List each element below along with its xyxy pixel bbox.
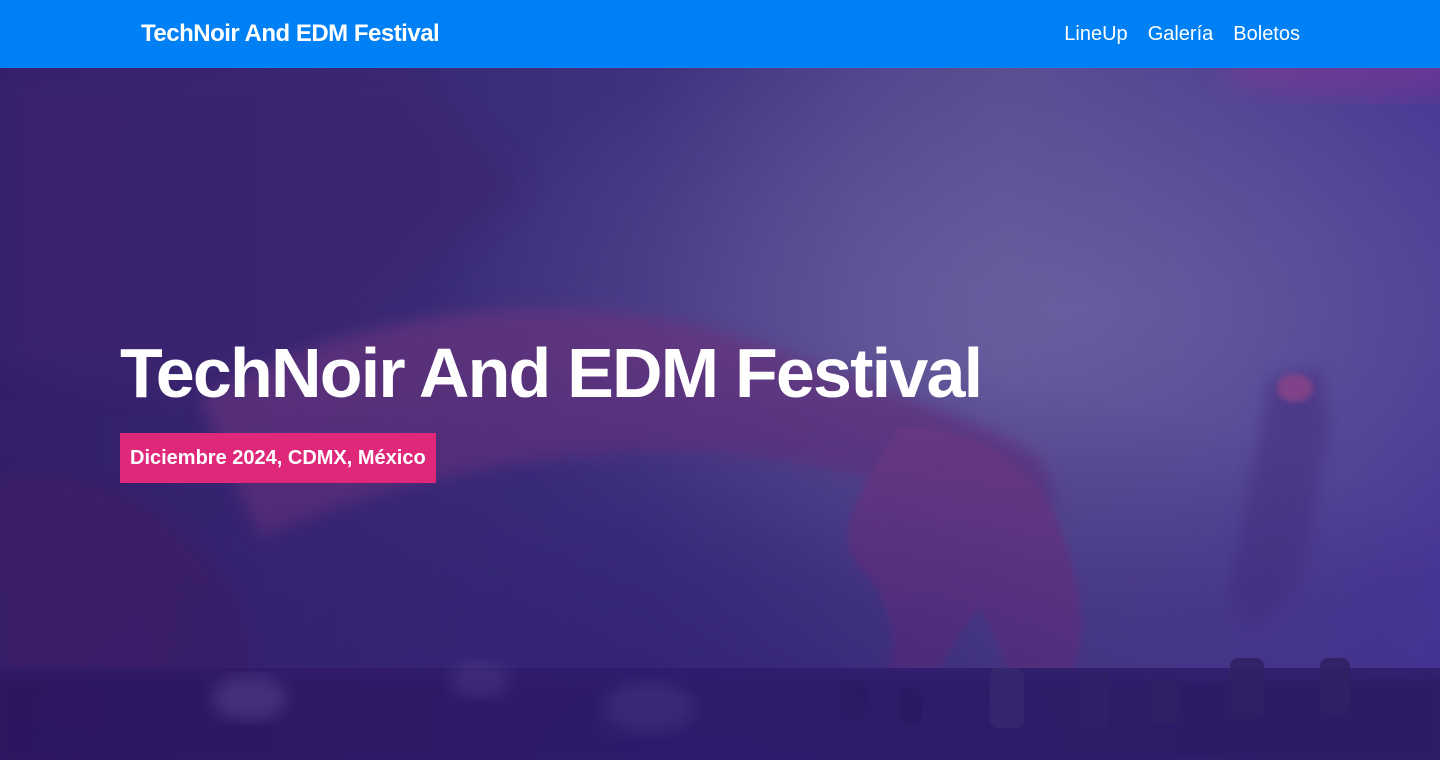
hero-section: TechNoir And EDM Festival Diciembre 2024… (0, 68, 1440, 760)
nav-links: LineUp Galería Boletos (1064, 23, 1300, 46)
nav-link-boletos[interactable]: Boletos (1233, 23, 1300, 46)
event-date-badge: Diciembre 2024, CDMX, México (120, 433, 436, 483)
top-navbar: TechNoir And EDM Festival LineUp Galería… (0, 0, 1440, 68)
brand-link[interactable]: TechNoir And EDM Festival (141, 20, 440, 48)
nav-link-lineup[interactable]: LineUp (1064, 23, 1127, 46)
hero-title: TechNoir And EDM Festival (120, 334, 983, 412)
nav-link-galeria[interactable]: Galería (1148, 23, 1214, 46)
hero-content: TechNoir And EDM Festival Diciembre 2024… (120, 333, 983, 483)
